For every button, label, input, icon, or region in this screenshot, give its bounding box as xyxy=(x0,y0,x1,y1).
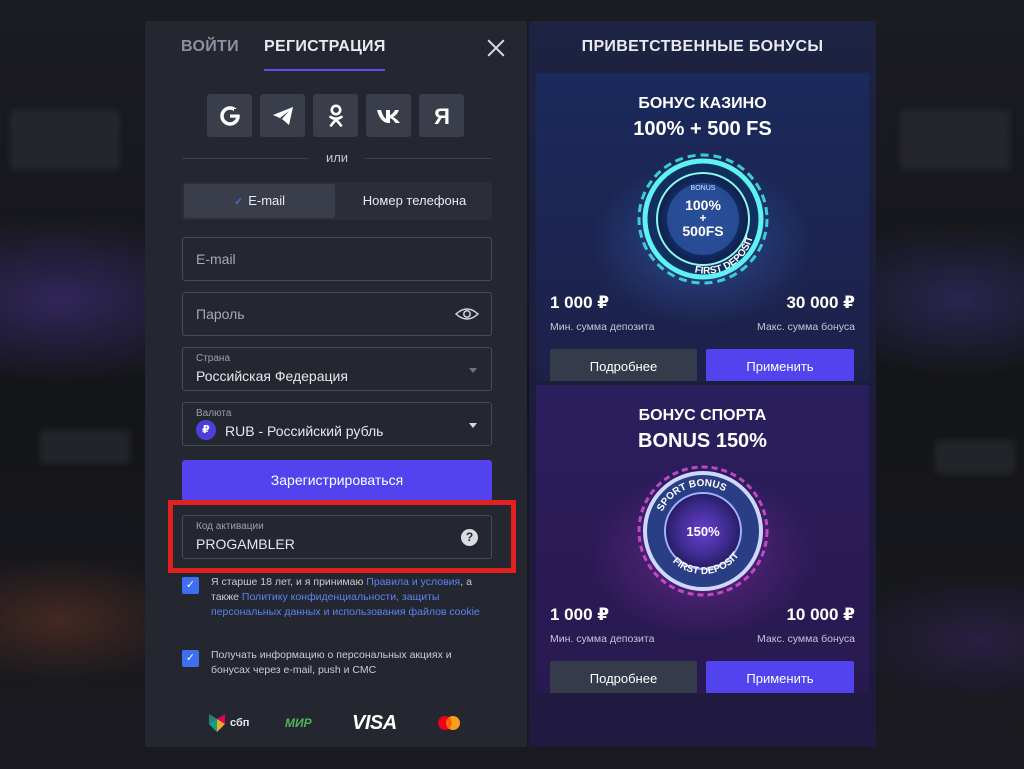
registration-panel: ВОЙТИ РЕГИСТРАЦИЯ Я или ✓ E-mail Номер те… xyxy=(145,21,527,747)
country-value: Российская Федерация xyxy=(196,368,348,384)
method-phone-option[interactable]: Номер телефона xyxy=(337,182,492,220)
method-email-option[interactable]: ✓ E-mail xyxy=(184,184,335,218)
vk-icon[interactable] xyxy=(366,94,411,137)
signup-method-toggle: ✓ E-mail Номер телефона xyxy=(182,182,492,220)
sport-bonus-name: БОНУС СПОРТА xyxy=(638,407,767,424)
welcome-bonuses-panel: ПРИВЕТСТВЕННЫЕ БОНУСЫ БОНУС КАЗИНО 100% … xyxy=(529,21,876,747)
sport-badge-center: 150% xyxy=(686,524,720,539)
help-icon[interactable]: ? xyxy=(461,529,478,546)
promo-code-field[interactable]: Код активации PROGAMBLER ? xyxy=(182,515,492,559)
casino-badge-top: BONUS xyxy=(691,185,716,192)
visa-logo: VISA xyxy=(352,711,397,734)
register-button[interactable]: Зарегистрироваться xyxy=(182,460,492,501)
social-login-buttons: Я xyxy=(207,94,464,137)
casino-apply-button[interactable]: Применить xyxy=(706,349,854,381)
marketing-consent-text: Получать информацию о персональных акция… xyxy=(211,649,452,676)
terms-link[interactable]: Правила и условия xyxy=(366,576,460,588)
country-select[interactable]: Страна Российская Федерация xyxy=(182,347,492,391)
marketing-consent-checkbox[interactable]: ✓ xyxy=(182,650,199,667)
privacy-policy-link[interactable]: Политику конфиденциальности, защиты перс… xyxy=(211,591,480,618)
sport-bonus-badge-image: SPORT BONUS 150% FIRST DEPOSIT xyxy=(637,465,769,597)
sbp-logo: сбп xyxy=(208,711,249,735)
password-field[interactable]: Пароль xyxy=(182,292,492,336)
currency-value: RUB - Российский рубль xyxy=(225,423,384,439)
age-consent-text: Я старше 18 лет, и я принимаю Правила и … xyxy=(211,575,492,620)
sport-details-button[interactable]: Подробнее xyxy=(550,661,697,693)
show-password-eye-icon[interactable] xyxy=(454,307,480,321)
sport-bonus-value: BONUS 150% xyxy=(638,430,767,452)
sport-max-amount: 10 000 ₽ xyxy=(786,605,855,624)
chevron-down-icon xyxy=(469,368,477,373)
mir-logo: МИР xyxy=(285,716,312,730)
country-label: Страна xyxy=(196,353,231,364)
sport-min-label: Мин. сумма депозита xyxy=(550,633,655,645)
casino-bonus-badge-image: BONUS 100% + 500FS FIRST DEPOSIT xyxy=(637,153,769,285)
currency-select[interactable]: Валюта ₽ RUB - Российский рубль xyxy=(182,402,492,446)
casino-details-button[interactable]: Подробнее xyxy=(550,349,697,381)
casino-max-amount: 30 000 ₽ xyxy=(786,293,855,312)
checkmark-icon: ✓ xyxy=(233,196,244,208)
casino-min-label: Мин. сумма депозита xyxy=(550,321,655,333)
casino-min-amount: 1 000 ₽ xyxy=(550,293,610,312)
casino-badge-line3: 500FS xyxy=(682,223,723,239)
currency-label: Валюта xyxy=(196,408,232,419)
casino-bonus-name: БОНУС КАЗИНО xyxy=(638,95,767,112)
password-placeholder: Пароль xyxy=(196,306,245,322)
promo-code-value: PROGAMBLER xyxy=(196,536,295,552)
background-blur-block xyxy=(900,110,1010,170)
email-field[interactable]: E-mail xyxy=(182,237,492,281)
age-consent-prefix: Я старше 18 лет, и я принимаю xyxy=(211,576,367,588)
tab-register[interactable]: РЕГИСТРАЦИЯ xyxy=(264,38,386,56)
telegram-icon[interactable] xyxy=(260,94,305,137)
ruble-icon: ₽ xyxy=(196,420,216,440)
background-blur-block xyxy=(935,440,1015,474)
marketing-consent-row: ✓ Получать информацию о персональных акц… xyxy=(182,648,492,678)
odnoklassniki-icon[interactable] xyxy=(313,94,358,137)
auth-tabs: ВОЙТИ РЕГИСТРАЦИЯ xyxy=(145,21,527,73)
sport-apply-button[interactable]: Применить xyxy=(706,661,854,693)
method-email-label: E-mail xyxy=(248,193,286,208)
active-tab-indicator xyxy=(264,69,385,71)
svg-text:Я: Я xyxy=(434,104,450,128)
age-consent-checkbox[interactable]: ✓ xyxy=(182,577,199,594)
casino-bonus-card: БОНУС КАЗИНО 100% + 500 FS BONUS 100% + … xyxy=(536,73,869,381)
payment-methods: сбп МИР VISA xyxy=(145,711,527,735)
close-icon[interactable] xyxy=(485,37,507,59)
promo-code-label: Код активации xyxy=(196,521,264,532)
or-divider: или xyxy=(182,150,492,166)
tab-login[interactable]: ВОЙТИ xyxy=(181,38,239,56)
casino-bonus-value: 100% + 500 FS xyxy=(633,118,772,140)
yandex-icon[interactable]: Я xyxy=(419,94,464,137)
sport-bonus-card: БОНУС СПОРТА BONUS 150% SPORT BONUS 150%… xyxy=(536,385,869,693)
background-blur-block xyxy=(40,430,130,464)
chevron-down-icon xyxy=(469,423,477,428)
bonuses-title: ПРИВЕТСТВЕННЫЕ БОНУСЫ xyxy=(581,38,824,55)
background-blur-block xyxy=(10,110,120,170)
mastercard-logo xyxy=(436,711,462,735)
age-consent-row: ✓ Я старше 18 лет, и я принимаю Правила … xyxy=(182,575,492,620)
google-icon[interactable] xyxy=(207,94,252,137)
email-placeholder: E-mail xyxy=(196,251,236,267)
sport-max-label: Макс. сумма бонуса xyxy=(757,633,855,645)
sbp-label: сбп xyxy=(230,717,250,729)
divider-line xyxy=(365,158,492,159)
casino-max-label: Макс. сумма бонуса xyxy=(757,321,855,333)
sport-min-amount: 1 000 ₽ xyxy=(550,605,610,624)
